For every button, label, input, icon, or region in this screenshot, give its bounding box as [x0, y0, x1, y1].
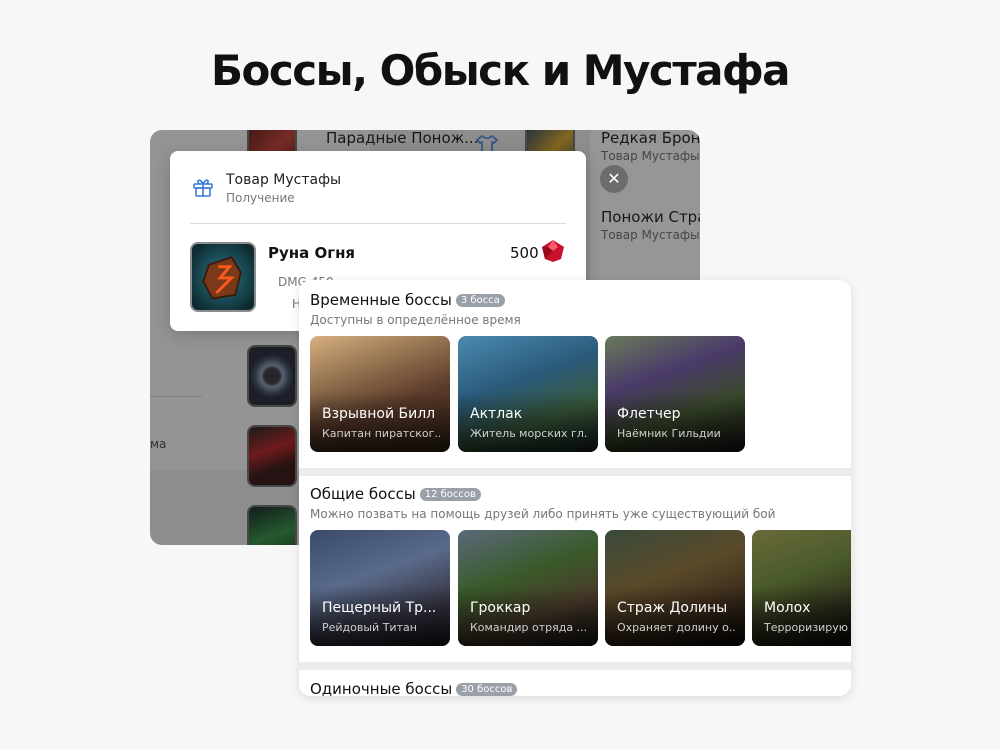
section-desc-common: Можно позвать на помощь друзей либо прин… — [310, 507, 776, 521]
boss-sub: Командир отряда ... — [470, 621, 588, 634]
boss-sub: Наёмник Гильдии — [617, 427, 721, 440]
close-button[interactable]: ✕ — [600, 165, 628, 193]
badge-common-count: 12 боссов — [419, 488, 481, 501]
section-title-common-text: Общие боссы — [310, 485, 416, 503]
boss-card-grokkar[interactable]: Гроккар Командир отряда ... — [458, 530, 598, 646]
popup-item-name: Руна Огня — [268, 244, 356, 262]
boss-sub: Терроризирую — [764, 621, 849, 634]
section-single-bosses: Одиночные боссы 30 боссов — [299, 670, 851, 696]
section-title-single-text: Одиночные боссы — [310, 680, 453, 696]
boss-sub: Рейдовый Титан — [322, 621, 417, 634]
boss-card-valley-guardian[interactable]: Страж Долины Охраняет долину о... — [605, 530, 745, 646]
badge-temporary-count: 3 босса — [455, 294, 505, 307]
boss-card-vzryvnoy-bill[interactable]: Взрывной Билл Капитан пиратског... — [310, 336, 450, 452]
boss-card-cave-troll[interactable]: Пещерный Тр... Рейдовый Титан — [310, 530, 450, 646]
boss-sub: Охраняет долину о... — [617, 621, 735, 634]
section-desc-temporary: Доступны в определённое время — [310, 313, 521, 327]
section-title-temporary: Временные боссы 3 босса — [310, 291, 505, 309]
badge-single-count: 30 боссов — [456, 683, 518, 696]
popup-divider — [190, 223, 566, 224]
boss-card-moloch[interactable]: Молох Терроризирую — [752, 530, 851, 646]
ruby-gem-icon — [542, 240, 564, 262]
boss-name: Взрывной Билл — [322, 406, 436, 422]
page-title: Боссы, Обыск и Мустафа — [210, 46, 791, 95]
section-title-temporary-text: Временные боссы — [310, 291, 452, 309]
gift-icon — [193, 179, 213, 197]
boss-name: Страж Долины — [617, 600, 728, 616]
boss-name: Пещерный Тр... — [322, 600, 437, 616]
boss-card-aktlak[interactable]: Актлак Житель морских гл... — [458, 336, 598, 452]
boss-sub: Житель морских гл... — [470, 427, 588, 440]
popup-price: 500 — [510, 244, 539, 262]
section-title-single: Одиночные боссы 30 боссов — [310, 680, 518, 696]
boss-sub: Капитан пиратског... — [322, 427, 440, 440]
boss-name: Молох — [764, 600, 811, 616]
section-title-common: Общие боссы 12 боссов — [310, 485, 481, 503]
boss-panel: Временные боссы 3 босса Доступны в опреде… — [299, 280, 851, 696]
boss-name: Флетчер — [617, 406, 681, 422]
popup-subtitle: Получение — [226, 191, 295, 205]
popup-title: Товар Мустафы — [226, 172, 342, 188]
section-common-bosses: Общие боссы 12 боссов Можно позвать на по… — [299, 476, 851, 662]
boss-card-fletcher[interactable]: Флетчер Наёмник Гильдии — [605, 336, 745, 452]
section-temporary-bosses: Временные боссы 3 босса Доступны в опреде… — [299, 280, 851, 468]
fire-rune-icon — [190, 242, 256, 312]
boss-name: Гроккар — [470, 600, 531, 616]
boss-name: Актлак — [470, 406, 523, 422]
